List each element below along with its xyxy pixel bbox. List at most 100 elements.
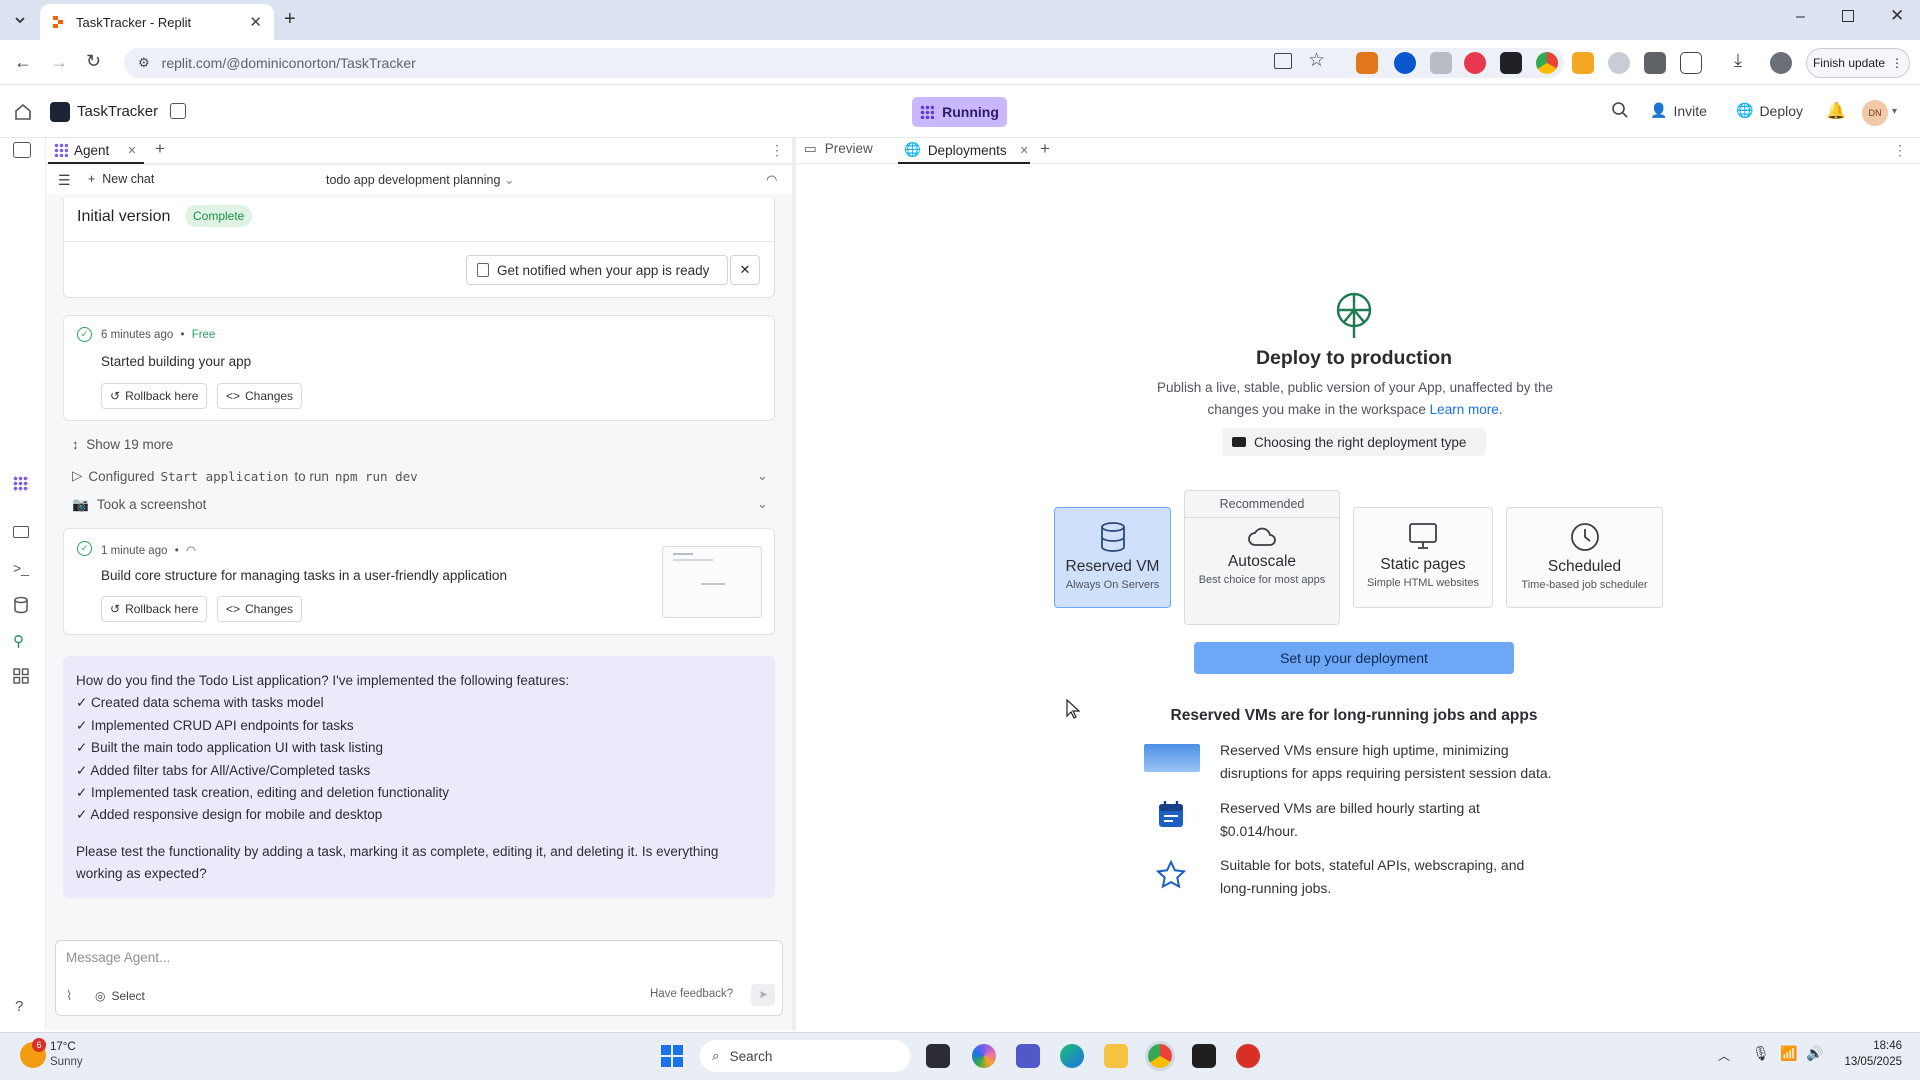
option-static-pages[interactable]: Static pages Simple HTML websites (1353, 507, 1493, 608)
extension-icon[interactable] (1394, 52, 1416, 74)
invite-button[interactable]: 👤 Invite (1650, 102, 1707, 119)
rollback-button[interactable]: ↺ Rollback here (101, 596, 208, 622)
p-extension-icon[interactable] (1644, 52, 1666, 74)
add-tab-icon[interactable]: + (155, 139, 165, 159)
chrome-icon[interactable] (1145, 1041, 1175, 1071)
new-chat-button[interactable]: + New chat (88, 172, 154, 186)
clock-date[interactable]: 13/05/2025 (1834, 1056, 1902, 1068)
user-avatar[interactable]: DN (1862, 100, 1888, 126)
agent-panel-menu-icon[interactable]: ⋮ (770, 142, 784, 159)
learn-more-link[interactable]: Learn more. (1430, 402, 1503, 417)
address-bar[interactable]: ⚙ replit.com/@dominiconorton/TaskTracker (124, 48, 1564, 78)
terminal-app-icon[interactable] (1192, 1044, 1216, 1068)
send-button[interactable]: ➤ (751, 984, 775, 1006)
capture-extension-icon[interactable] (1500, 52, 1522, 74)
screenshot-thumbnail[interactable] (662, 546, 762, 618)
deploy-button[interactable]: 🌐 Deploy (1736, 102, 1803, 119)
message-input[interactable]: Message Agent... (66, 950, 666, 970)
tab-agent[interactable]: Agent ✕ (48, 138, 144, 164)
database-icon[interactable] (13, 596, 33, 616)
notify-checkbox[interactable]: Get notified when your app is ready (466, 255, 728, 285)
wifi-icon[interactable]: 📶 (1780, 1045, 1797, 1062)
weather-condition[interactable]: Sunny (50, 1056, 83, 1068)
reload-icon[interactable]: ↻ (86, 51, 101, 72)
project-menu-icon[interactable] (170, 103, 186, 119)
close-window-icon[interactable]: ✕ (1890, 6, 1904, 26)
help-icon[interactable]: ? (15, 998, 23, 1015)
app-icon[interactable] (1236, 1044, 1260, 1068)
teams-icon[interactable] (1016, 1044, 1040, 1068)
all-tools-grid-icon[interactable] (13, 668, 33, 688)
close-tab-icon[interactable]: ✕ (249, 13, 262, 31)
deployments-rail-icon[interactable]: ⚲ (13, 632, 33, 652)
forward-icon[interactable]: → (50, 52, 68, 73)
edge-icon[interactable] (1060, 1044, 1084, 1068)
microphone-icon[interactable]: 🎙 (1752, 1045, 1770, 1062)
finish-update-button[interactable]: Finish update ⋮ (1806, 48, 1910, 78)
show-more-button[interactable]: ↕ Show 19 more (72, 437, 173, 452)
option-reserved-vm[interactable]: Reserved VM Always On Servers (1054, 507, 1171, 608)
close-deployments-tab-icon[interactable]: ✕ (1020, 144, 1029, 157)
minimize-window-icon[interactable]: – (1796, 8, 1805, 26)
option-scheduled[interactable]: Scheduled Time-based job scheduler (1506, 507, 1663, 608)
show-hidden-icons-chevron-icon[interactable]: ︿ (1718, 1047, 1730, 1064)
chat-title-dropdown[interactable]: todo app development planning ⌄ (326, 172, 514, 187)
changes-button[interactable]: <> Changes (217, 596, 303, 622)
avatar-chevron-down-icon[interactable]: ▾ (1892, 106, 1897, 117)
search-icon[interactable] (1611, 101, 1629, 119)
shell-icon[interactable]: >_ (13, 560, 33, 580)
option-autoscale[interactable]: Recommended Autoscale Best choice for mo… (1184, 490, 1340, 625)
chat-settings-icon[interactable]: ◠ (766, 172, 777, 188)
copilot-icon[interactable] (972, 1044, 996, 1068)
agent-rail-icon[interactable] (13, 476, 29, 492)
history-extension-icon[interactable] (1608, 52, 1630, 74)
download-icon[interactable]: ⤓ (1734, 50, 1742, 71)
rollback-button[interactable]: ↺ Rollback here (101, 383, 208, 409)
chat-history-menu-icon[interactable]: ☰ (58, 172, 71, 189)
chrome-extension-icon[interactable] (1536, 52, 1558, 74)
maximize-window-icon[interactable] (1842, 10, 1854, 22)
close-agent-tab-icon[interactable]: ✕ (127, 144, 136, 157)
screenshot-action[interactable]: 📷 Took a screenshot (72, 497, 206, 513)
home-icon[interactable] (14, 103, 32, 121)
back-icon[interactable]: ← (14, 52, 32, 73)
temperature[interactable]: 17°C (50, 1041, 76, 1053)
files-icon[interactable] (13, 142, 31, 158)
setup-deployment-button[interactable]: Set up your deployment (1194, 642, 1514, 674)
taskbar-search-box[interactable]: ⌕ Search (700, 1040, 910, 1072)
screenshot-chevron-down-icon[interactable]: ⌄ (757, 496, 768, 512)
install-app-icon[interactable] (1274, 53, 1292, 69)
file-explorer-icon[interactable] (1104, 1044, 1128, 1068)
browser-tab[interactable]: TaskTracker - Replit ✕ (40, 4, 274, 40)
preview-monitor-icon[interactable] (13, 526, 29, 538)
select-element-button[interactable]: ◎ Select (95, 989, 145, 1003)
task-view-icon[interactable] (926, 1044, 950, 1068)
puzzle-extensions-icon[interactable] (1680, 52, 1702, 74)
new-tab-icon[interactable]: + (284, 8, 296, 31)
windows-start-icon[interactable] (660, 1044, 684, 1068)
tab-deployments[interactable]: 🌐 Deployments ✕ (898, 138, 1030, 164)
record-extension-icon[interactable] (1464, 52, 1486, 74)
camera-extension-icon[interactable] (1430, 52, 1452, 74)
clock-time[interactable]: 18:46 (1840, 1040, 1902, 1052)
metamask-extension-icon[interactable] (1356, 52, 1378, 74)
deployment-type-video-link[interactable]: Choosing the right deployment type (1222, 428, 1486, 456)
feedback-link[interactable]: Have feedback? (650, 988, 733, 1000)
bookmark-star-icon[interactable]: ☆ (1308, 49, 1325, 72)
attach-paperclip-icon[interactable]: ⌇ (66, 988, 72, 1004)
tab-search-icon[interactable] (10, 10, 30, 30)
tab-preview[interactable]: ▭ Preview (804, 141, 873, 157)
configured-chevron-down-icon[interactable]: ⌄ (757, 468, 768, 484)
running-button[interactable]: Running (912, 97, 1007, 127)
notifications-bell-icon[interactable]: 🔔 (1826, 101, 1846, 121)
right-pane-menu-icon[interactable]: ⋮ (1893, 142, 1907, 159)
volume-icon[interactable]: 🔊 (1806, 1045, 1823, 1062)
profile-avatar-icon[interactable] (1770, 52, 1792, 74)
dismiss-notify-button[interactable]: ✕ (730, 255, 760, 285)
grid-extension-icon[interactable] (1572, 52, 1594, 74)
add-tab-icon[interactable]: + (1040, 139, 1050, 159)
changes-button[interactable]: <> Changes (217, 383, 303, 409)
configured-action[interactable]: ▷ Configured Start application to run np… (72, 468, 418, 484)
project-name[interactable]: TaskTracker (77, 103, 158, 120)
site-info-icon[interactable]: ⚙ (138, 55, 150, 71)
